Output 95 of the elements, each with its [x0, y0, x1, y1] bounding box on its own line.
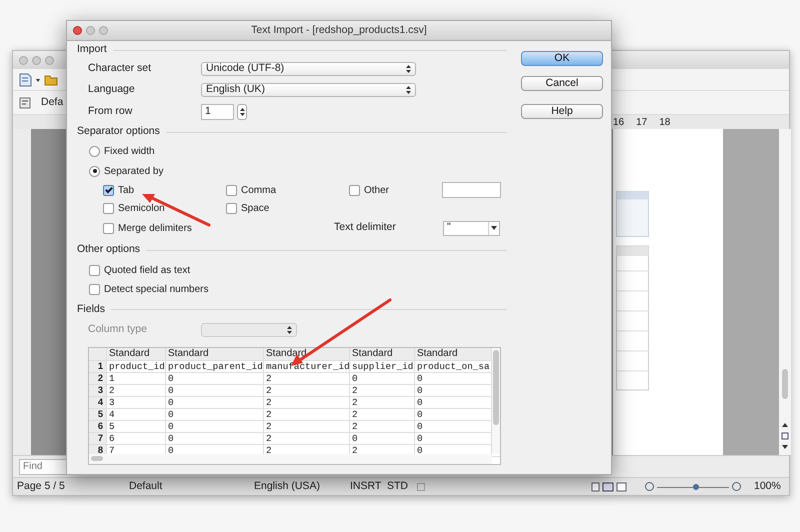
row-number: 6 — [89, 421, 107, 432]
updown-arrows-icon — [287, 326, 292, 334]
table-cell: supplier_id — [350, 361, 415, 372]
paragraph-style-field[interactable]: Defa — [41, 94, 64, 112]
row-number: 5 — [89, 409, 107, 420]
table-cell: 2 — [350, 421, 415, 432]
checkbox-option[interactable]: Tab — [103, 182, 134, 198]
other-separator-field[interactable] — [442, 182, 501, 198]
table-cell: 2 — [107, 385, 166, 396]
table-cell: 3 — [107, 397, 166, 408]
row-number: 4 — [89, 397, 107, 408]
dropdown[interactable]: Unicode (UTF-8) — [201, 62, 416, 76]
field-label: Column type — [88, 322, 148, 338]
status-text: STD — [387, 478, 408, 494]
text-delimiter-dropdown[interactable]: " — [443, 220, 500, 236]
field-label: Language — [88, 82, 136, 98]
status-text: Page 5 / 5 — [17, 478, 65, 494]
table-cell: 2 — [264, 433, 350, 444]
close-button[interactable] — [73, 26, 82, 35]
section-heading: Fields — [77, 302, 106, 317]
dropdown[interactable]: English (UK) — [201, 83, 416, 97]
column-header[interactable]: Standard — [166, 348, 264, 360]
table-cell: 6 — [107, 433, 166, 444]
updown-arrows-icon — [406, 65, 411, 73]
dialog-button[interactable]: OK — [521, 51, 603, 66]
number-field[interactable]: 1 — [201, 104, 234, 120]
table-cell: 2 — [264, 397, 350, 408]
checkbox-option[interactable]: Other — [349, 182, 390, 198]
table-cell: 0 — [166, 397, 264, 408]
table-cell: 2 — [264, 409, 350, 420]
table-cell: 2 — [264, 421, 350, 432]
styles-icon[interactable] — [19, 96, 31, 108]
updown-arrows-icon — [406, 86, 411, 94]
table-cell: 4 — [107, 409, 166, 420]
field-label: Character set — [88, 61, 152, 76]
field-label: Text delimiter — [334, 220, 397, 236]
status-text: Default — [129, 478, 162, 494]
scrollbar-thumb[interactable] — [782, 369, 788, 399]
zoom-slider[interactable] — [645, 482, 741, 492]
table-cell: 1 — [107, 373, 166, 384]
table-cell: 0 — [166, 373, 264, 384]
horizontal-scrollbar[interactable] — [89, 454, 492, 464]
slider-thumb[interactable] — [693, 484, 700, 490]
checkbox-option[interactable]: Comma — [226, 182, 276, 198]
spin-button[interactable] — [237, 104, 247, 120]
status-text: English (USA) — [254, 478, 320, 494]
ruler-number: 18 — [659, 116, 670, 130]
checkbox-option[interactable]: Quoted field as text — [89, 263, 190, 278]
checkbox-option[interactable]: Semicolon — [103, 200, 165, 216]
table-cell: 0 — [166, 433, 264, 444]
table-cell: 0 — [350, 373, 415, 384]
dialog-button[interactable]: Help — [521, 104, 603, 119]
checkbox-option[interactable]: Detect special numbers — [89, 282, 208, 296]
table-cell: 0 — [166, 421, 264, 432]
field-label: From row — [88, 104, 134, 120]
row-number: 1 — [89, 361, 107, 372]
row-number: 3 — [89, 385, 107, 396]
table-cell: 0 — [350, 433, 415, 444]
updown-arrows-icon — [240, 108, 244, 116]
zoom-percent: 100% — [754, 478, 781, 494]
folder-icon[interactable] — [44, 73, 58, 86]
table-cell: 2 — [350, 385, 415, 396]
window-title: Text Import - [redshop_products1.csv] — [251, 22, 427, 38]
scroll-arrows-icon[interactable] — [781, 421, 789, 451]
vertical-scrollbar[interactable] — [492, 348, 500, 454]
find-field[interactable]: Find — [19, 458, 67, 474]
checkbox-option[interactable]: Merge delimiters — [103, 220, 192, 236]
column-header[interactable]: Standard — [107, 348, 166, 360]
section-heading: Other options — [77, 242, 140, 258]
dialog-button[interactable]: Cancel — [521, 76, 603, 91]
table-cell: 0 — [166, 409, 264, 420]
row-number: 2 — [89, 373, 107, 384]
table-cell: 5 — [107, 421, 166, 432]
table-cell: 2 — [264, 385, 350, 396]
ruler-number: 17 — [636, 116, 648, 130]
section-heading: Separator options — [77, 124, 160, 140]
new-document-icon[interactable] — [19, 72, 32, 86]
section-heading: Import — [77, 42, 107, 58]
caret-icon — [491, 226, 497, 230]
table-cell: 2 — [264, 373, 350, 384]
caret-icon[interactable] — [36, 78, 40, 82]
radio-option[interactable]: Fixed width — [89, 144, 155, 158]
table-cell: 2 — [350, 409, 415, 420]
checkbox-option[interactable]: Space — [226, 200, 270, 216]
table-cell: product_id — [107, 361, 166, 372]
table-cell: product_parent_id — [166, 361, 264, 372]
table-cell: 0 — [166, 385, 264, 396]
column-header[interactable]: Standard — [350, 348, 415, 360]
row-number: 7 — [89, 433, 107, 444]
status-indicator — [417, 482, 425, 490]
status-text: INSRT — [350, 478, 382, 494]
table-cell: 2 — [350, 397, 415, 408]
page-view-icon[interactable] — [591, 482, 627, 492]
ruler-number: 16 — [613, 116, 624, 130]
radio-option[interactable]: Separated by — [89, 164, 164, 178]
